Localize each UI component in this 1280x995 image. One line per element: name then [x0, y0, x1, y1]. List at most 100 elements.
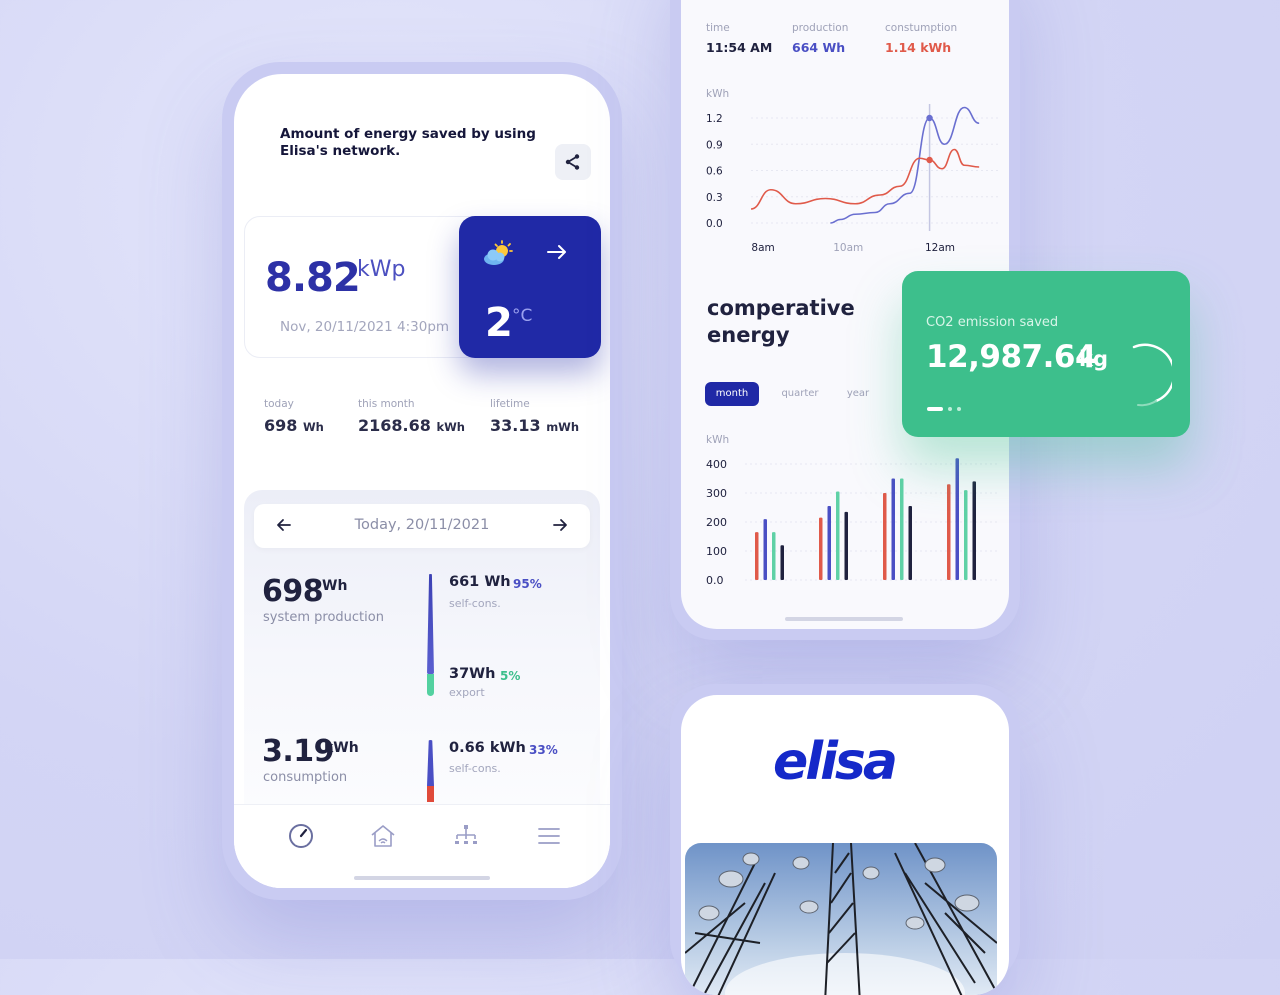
bar-mark: [844, 511, 848, 580]
bar-mark: [763, 519, 767, 580]
date-label: Today, 20/11/2021: [354, 517, 490, 533]
bar-chart[interactable]: kWh 400 300 200 100 0.0: [681, 426, 1009, 596]
y-tick-label: 300: [706, 487, 727, 500]
brand-phone: elisa: [670, 684, 1020, 995]
export-pct: 5%: [500, 669, 521, 683]
page-title: Amount of energy saved by using Elisa's …: [280, 126, 536, 159]
consumption-grid-bar: [427, 786, 434, 802]
self-cons-value: 661 Wh: [449, 574, 511, 590]
bar-mark: [755, 532, 759, 580]
x-tick-label: 12am: [925, 242, 955, 254]
consumption-value: 1.14 kWh: [885, 40, 952, 55]
bar-mark: [908, 506, 912, 580]
bar-mark: [772, 532, 776, 580]
consumption-label: constumption: [885, 22, 958, 34]
network-icon[interactable]: [451, 821, 481, 851]
arrow-right-icon[interactable]: [550, 515, 570, 535]
consumption-label: consumption: [263, 770, 348, 785]
export-label: export: [449, 686, 485, 699]
y-tick-label: 0.3: [706, 192, 723, 204]
export-bar: [427, 674, 434, 696]
consumption-unit: kWh: [324, 740, 359, 756]
weather-card[interactable]: 2 °C: [459, 216, 601, 358]
menu-icon[interactable]: [534, 821, 564, 851]
production-value: 664 Wh: [792, 40, 846, 55]
y-tick-label: 200: [706, 516, 727, 529]
bar-mark: [972, 481, 976, 580]
co2-unit: kg: [1079, 347, 1108, 371]
bar-mark: [900, 478, 904, 580]
temperature-unit: °C: [512, 306, 533, 326]
production-value: 698: [262, 574, 324, 609]
production-label: production: [792, 22, 849, 34]
co2-card[interactable]: CO2 emission saved 12,987.64 kg: [902, 271, 1190, 437]
y-tick-label: 100: [706, 545, 727, 558]
share-icon: [565, 154, 580, 170]
y-tick-label: 0.0: [706, 218, 723, 230]
bar-mark: [964, 490, 968, 580]
consumption-self-bar: [427, 740, 434, 786]
pager-dot[interactable]: [948, 407, 952, 411]
stat-value: 698 Wh: [264, 416, 324, 435]
stat-value: 33.13 mWh: [490, 416, 580, 435]
y-tick-label: 1.2: [706, 113, 723, 125]
series-marker-production: [926, 114, 933, 122]
y-axis-label: kWh: [706, 88, 729, 100]
pager-dot-active[interactable]: [927, 407, 943, 411]
self-cons-bar: [427, 574, 434, 674]
x-tick-label: 10am: [833, 242, 863, 254]
x-tick-label: 8am: [751, 242, 774, 254]
home-indicator: [354, 876, 490, 880]
bar-mark: [955, 458, 959, 580]
comparative-title: comperative energy: [707, 296, 855, 347]
bar-mark: [827, 506, 831, 580]
y-tick-label: 400: [706, 458, 727, 471]
share-button[interactable]: [555, 144, 591, 180]
stat-label: today: [264, 398, 294, 410]
stat-today: today 698 Wh: [264, 398, 324, 435]
line-chart[interactable]: kWh 1.2 0.9 0.6 0.3 0.0 8am 10am 12am: [681, 80, 1009, 260]
co2-label: CO2 emission saved: [926, 315, 1059, 330]
y-tick-label: 0.9: [706, 139, 723, 151]
temperature-value: 2: [485, 300, 513, 346]
series-line-constumption: [750, 148, 980, 210]
series-marker-constumption: [926, 156, 933, 164]
main-screen: Amount of energy saved by using Elisa's …: [234, 74, 610, 888]
stat-this-month: this month 2168.68 kWh: [358, 398, 465, 435]
export-value: 37Wh: [449, 666, 496, 682]
self-cons-pct: 95%: [513, 577, 542, 591]
production-label: system production: [263, 610, 384, 625]
segment-year[interactable]: year: [841, 382, 875, 406]
house-icon[interactable]: [368, 821, 398, 851]
towers-photo: [685, 843, 997, 995]
arrow-right-icon[interactable]: [545, 240, 569, 264]
y-axis-label: kWh: [706, 434, 729, 446]
segment-month[interactable]: month: [705, 382, 759, 406]
segment-quarter[interactable]: quarter: [775, 382, 825, 406]
co2-value: 12,987.64: [926, 339, 1097, 375]
y-tick-label: 0.0: [706, 574, 724, 587]
elisa-logo: elisa: [773, 735, 898, 792]
y-tick-label: 0.6: [706, 166, 723, 178]
series-line-production: [830, 106, 980, 224]
date-navigator: Today, 20/11/2021: [254, 504, 590, 548]
consumption-self-pct: 33%: [529, 743, 558, 757]
production-unit: Wh: [322, 578, 348, 594]
gauge-icon[interactable]: [286, 821, 316, 851]
time-value: 11:54 AM: [706, 40, 773, 55]
stat-label: this month: [358, 398, 415, 410]
bar-mark: [780, 545, 784, 580]
main-phone: Amount of energy saved by using Elisa's …: [222, 62, 622, 900]
power-value: 8.82: [265, 255, 361, 301]
stat-value: 2168.68 kWh: [358, 416, 465, 435]
power-unit: kWp: [357, 257, 406, 282]
elisa-logo-text: elisa: [773, 735, 895, 792]
brand-screen: elisa: [681, 695, 1009, 995]
time-label: time: [706, 22, 730, 34]
bar-mark: [836, 491, 840, 580]
pager-dot[interactable]: [957, 407, 961, 411]
power-date: Nov, 20/11/2021 4:30pm: [280, 319, 450, 335]
bottom-tab-bar: [234, 804, 610, 888]
bar-mark: [819, 517, 823, 580]
bar-mark: [883, 493, 887, 580]
